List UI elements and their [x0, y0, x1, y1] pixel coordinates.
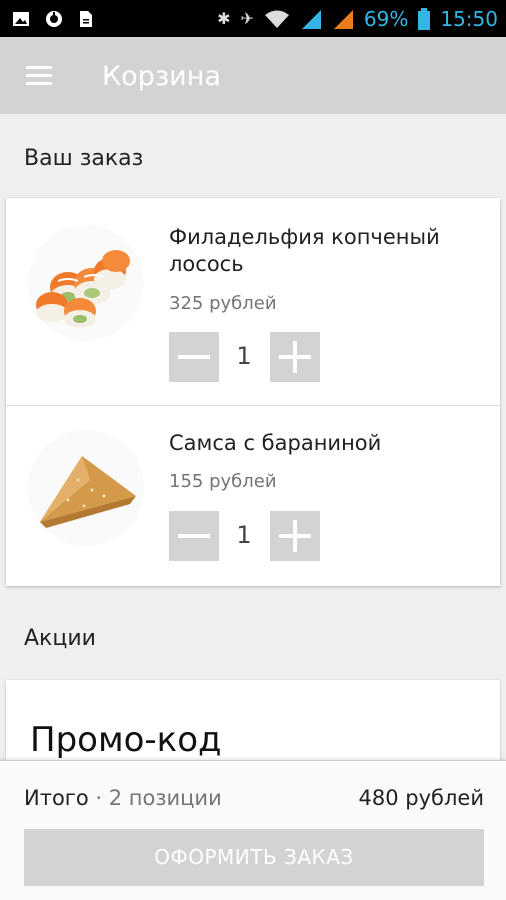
increase-quantity-button[interactable]: [270, 332, 320, 382]
signal-icon: [301, 9, 321, 29]
samsa-image: [28, 430, 144, 546]
quantity-value: 1: [236, 342, 252, 370]
promo-code-title: Промо-код: [30, 720, 222, 760]
total-separator: ·: [88, 786, 109, 810]
status-bar: ✱ ✈ 69% 15:50: [0, 0, 506, 37]
sushi-roll-image: [28, 225, 144, 341]
checkout-button[interactable]: ОФОРМИТЬ ЗАКАЗ: [24, 829, 484, 886]
signal2-icon: [333, 9, 353, 29]
image-icon: [13, 12, 29, 26]
app-bar: Корзина: [0, 37, 506, 114]
sync-icon: [46, 11, 62, 27]
promo-code-card[interactable]: Промо-код: [6, 680, 500, 770]
list-item: Самса с бараниной 155 рублей 1: [6, 406, 500, 586]
increase-quantity-button[interactable]: [270, 511, 320, 561]
page-title: Корзина: [102, 61, 221, 92]
decrease-quantity-button[interactable]: [169, 332, 219, 382]
status-right: ✱ ✈ 69% 15:50: [217, 0, 498, 37]
order-summary-bar: Итого · 2 позиции 480 рублей ОФОРМИТЬ ЗА…: [0, 760, 506, 900]
item-name: Филадельфия копченый лосось: [169, 225, 440, 276]
promos-section-title: Акции: [24, 626, 96, 651]
bluetooth-icon: ✱: [217, 9, 231, 28]
order-section-title: Ваш заказ: [24, 146, 144, 171]
file-icon: [80, 11, 92, 27]
total-label: Итого · 2 позиции: [24, 786, 222, 810]
wifi-icon: [264, 10, 289, 28]
vibrate-icon: ✈: [240, 9, 254, 28]
item-price: 325 рублей: [169, 293, 277, 314]
list-item: Филадельфия копченый лосось 325 рублей 1: [6, 198, 500, 405]
total-label-text: Итого: [24, 786, 89, 810]
battery-percent: 69%: [363, 6, 409, 31]
decrease-quantity-button[interactable]: [169, 511, 219, 561]
clock: 15:50: [440, 6, 498, 31]
item-count: 2 позиции: [108, 786, 222, 810]
order-card: Филадельфия копченый лосось 325 рублей 1…: [6, 198, 500, 586]
item-name: Самса с бараниной: [169, 431, 382, 455]
battery-icon: [418, 7, 431, 30]
item-price: 155 рублей: [169, 471, 277, 492]
hamburger-menu-icon[interactable]: [14, 59, 66, 93]
quantity-value: 1: [236, 521, 252, 549]
total-sum: 480 рублей: [358, 786, 484, 810]
status-left-icons: [12, 9, 94, 29]
